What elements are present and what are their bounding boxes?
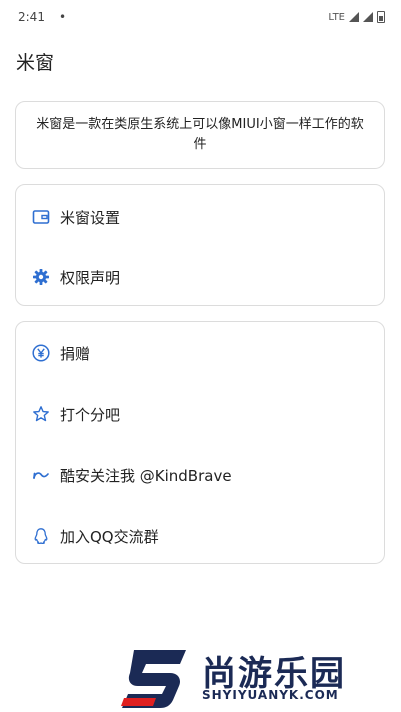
notification-dot: • — [58, 10, 67, 24]
coolapk-follow-label: 酷安关注我 @KindBrave — [60, 466, 232, 485]
donate-label: 捐赠 — [60, 344, 91, 363]
network-type: LTE — [328, 11, 345, 23]
permission-statement-label: 权限声明 — [60, 268, 121, 287]
support-card: 捐赠 打个分吧 酷安关注我 @KindBrave 加入QQ交流群 — [15, 321, 385, 564]
star-icon — [32, 405, 50, 423]
qq-group-label: 加入QQ交流群 — [60, 527, 159, 546]
permission-statement-item[interactable]: 权限声明 — [16, 257, 384, 297]
watermark-s-logo-icon — [121, 650, 186, 708]
wifi-signal-icon — [363, 12, 373, 22]
settings-card: 米窗设置 权限声明 — [15, 184, 385, 306]
watermark-logo: 尚游乐园 SHYIYUANYK.COM — [120, 644, 400, 712]
window-settings-item[interactable]: 米窗设置 — [16, 197, 384, 237]
coolapk-icon — [32, 466, 50, 484]
intro-card: 米窗是一款在类原生系统上可以像MIUI小窗一样工作的软件 — [15, 101, 385, 169]
rate-label: 打个分吧 — [60, 405, 121, 424]
status-bar: 2:41 • LTE — [0, 0, 401, 34]
window-settings-icon — [32, 208, 50, 226]
watermark-english-text: SHYIYUANYK.COM — [202, 688, 339, 702]
battery-icon — [377, 11, 385, 23]
gear-icon — [32, 268, 50, 286]
donate-item[interactable]: 捐赠 — [16, 333, 384, 373]
yen-icon — [32, 344, 50, 362]
status-time: 2:41 — [18, 10, 45, 24]
signal-icon — [349, 12, 359, 22]
window-settings-label: 米窗设置 — [60, 208, 121, 227]
coolapk-follow-item[interactable]: 酷安关注我 @KindBrave — [16, 455, 384, 495]
rate-item[interactable]: 打个分吧 — [16, 394, 384, 434]
intro-text: 米窗是一款在类原生系统上可以像MIUI小窗一样工作的软件 — [36, 117, 364, 152]
qq-group-item[interactable]: 加入QQ交流群 — [16, 516, 384, 556]
page-title: 米窗 — [16, 52, 55, 74]
qq-icon — [32, 527, 50, 545]
